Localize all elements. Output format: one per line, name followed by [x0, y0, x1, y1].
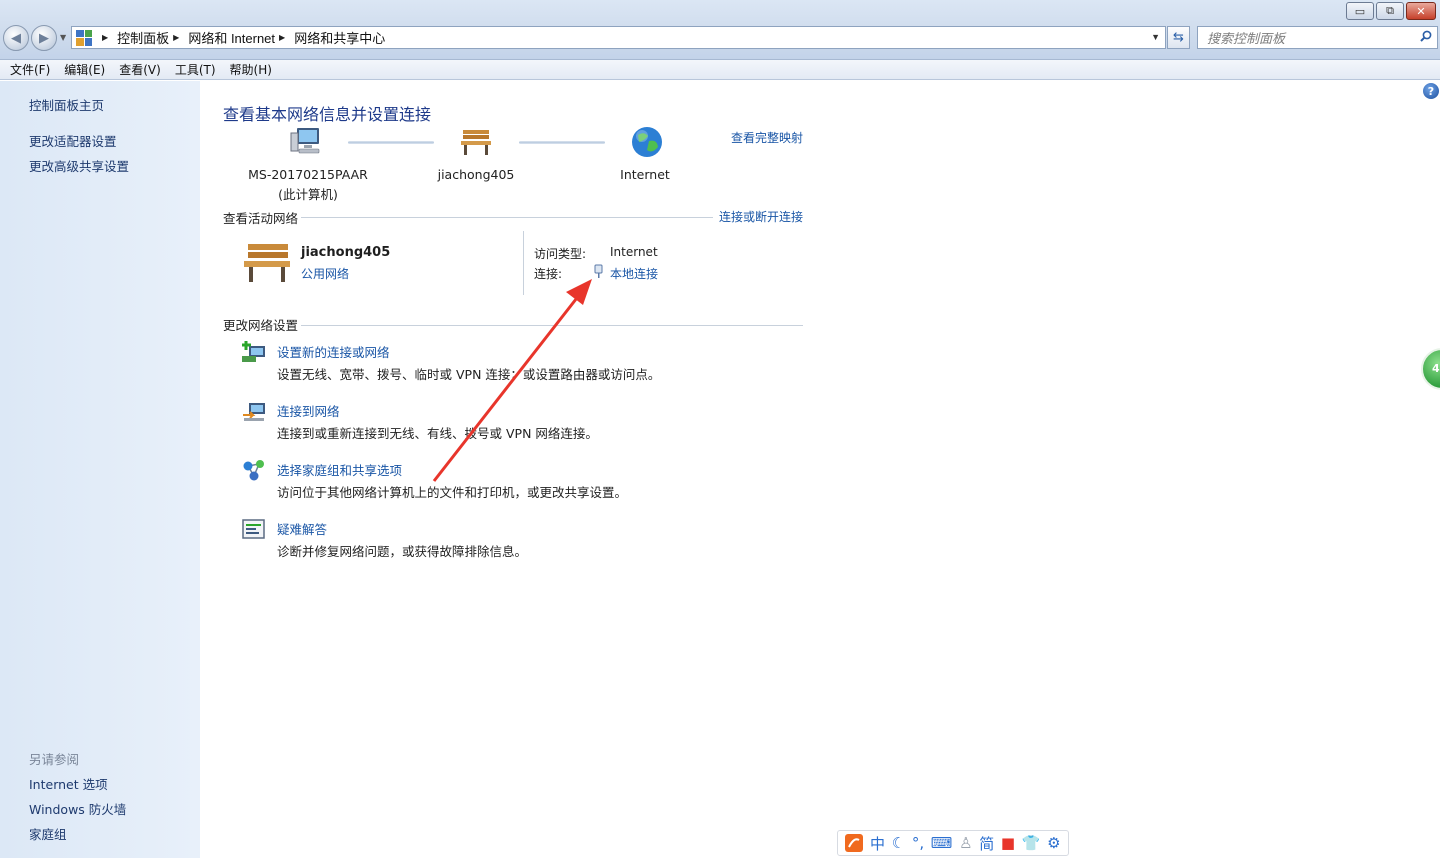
sidebar-advanced-sharing[interactable]: 更改高级共享设置: [29, 156, 129, 175]
sidebar-windows-firewall[interactable]: Windows 防火墙: [29, 799, 126, 818]
address-dropdown-icon[interactable]: ▼: [1151, 32, 1160, 42]
menu-edit[interactable]: 编辑(E): [57, 61, 112, 78]
bench-network-icon: [461, 130, 491, 155]
breadcrumb-network-internet[interactable]: 网络和 Internet: [188, 28, 275, 47]
task-homegroup-link[interactable]: 选择家庭组和共享选项: [277, 460, 402, 479]
forward-arrow-icon: ▶: [39, 30, 49, 46]
search-input[interactable]: 搜索控制面板: [1197, 26, 1438, 49]
back-arrow-icon: ◀: [11, 30, 21, 46]
menu-file[interactable]: 文件(F): [3, 61, 57, 78]
keyboard-icon[interactable]: ⌨: [931, 834, 953, 852]
breadcrumb-chevron-icon[interactable]: ▶: [102, 33, 108, 42]
sidebar-internet-options[interactable]: Internet 选项: [29, 774, 108, 793]
task-new-connection-link[interactable]: 设置新的连接或网络: [277, 342, 390, 361]
task-troubleshoot-link[interactable]: 疑难解答: [277, 519, 327, 538]
sidebar-homegroup[interactable]: 家庭组: [29, 824, 67, 843]
computer-subtitle: (此计算机): [278, 187, 338, 202]
main-content: ? 查看基本网络信息并设置连接 查看完整映射 MS-20170215PAAR (…: [200, 81, 1440, 858]
page-title: 查看基本网络信息并设置连接: [223, 105, 432, 124]
menu-help[interactable]: 帮助(H): [223, 61, 279, 78]
change-settings-heading: 更改网络设置: [223, 318, 299, 333]
title-bar: ▭ ⧉ ✕ ◀ ▶ ▼ ▶ 控制面板 ▶ 网络和 Internet ▶ 网络和共…: [0, 0, 1440, 60]
task-troubleshoot-desc: 诊断并修复网络问题，或获得故障排除信息。: [277, 544, 528, 559]
connection-line: [519, 141, 605, 144]
menu-bar: 文件(F) 编辑(E) 查看(V) 工具(T) 帮助(H): [0, 60, 1440, 80]
ime-toolbar: 中 ☾ °, ⌨ ♙ 简 ■ 👕 ⚙: [837, 830, 1069, 856]
forward-button[interactable]: ▶: [31, 25, 57, 51]
public-network-bench-icon[interactable]: [241, 240, 293, 284]
view-full-map-link[interactable]: 查看完整映射: [731, 129, 803, 146]
computer-icon: [290, 128, 320, 154]
help-icon[interactable]: ?: [1423, 83, 1439, 99]
internet-label[interactable]: Internet: [595, 167, 695, 182]
annotation-arrow-icon: [432, 279, 592, 482]
access-type-label: 访问类型:: [534, 247, 587, 261]
menu-tools[interactable]: 工具(T): [168, 61, 223, 78]
connection-line: [348, 141, 434, 144]
minimize-button[interactable]: ▭: [1346, 2, 1374, 20]
breadcrumb-chevron-icon[interactable]: ▶: [279, 33, 285, 42]
breadcrumb-chevron-icon[interactable]: ▶: [173, 33, 179, 42]
connect-disconnect-link[interactable]: 连接或断开连接: [719, 208, 803, 225]
close-button[interactable]: ✕: [1406, 2, 1436, 20]
sidebar-control-panel-home[interactable]: 控制面板主页: [29, 95, 104, 114]
restore-button[interactable]: ⧉: [1376, 2, 1404, 20]
refresh-icon: ⇆: [1173, 30, 1184, 45]
user-icon[interactable]: ♙: [959, 834, 972, 852]
window-controls: ▭ ⧉ ✕: [1346, 2, 1436, 20]
video-icon[interactable]: ■: [1001, 834, 1015, 852]
moon-icon[interactable]: ☾: [892, 834, 905, 852]
breadcrumb-control-panel[interactable]: 控制面板: [117, 28, 169, 47]
punctuation-icon[interactable]: °,: [912, 834, 924, 852]
task-connect-network-link[interactable]: 连接到网络: [277, 401, 340, 420]
divider: [301, 217, 713, 218]
sidebar: 控制面板主页 更改适配器设置 更改高级共享设置 另请参阅 Internet 选项…: [0, 81, 200, 858]
menu-view[interactable]: 查看(V): [112, 61, 168, 78]
local-connection-link[interactable]: 本地连接: [610, 265, 658, 282]
globe-icon: [632, 127, 662, 157]
history-dropdown-icon[interactable]: ▼: [60, 33, 66, 42]
connect-network-icon: [243, 403, 265, 421]
ime-simplified[interactable]: 简: [979, 833, 994, 854]
settings-gear-icon[interactable]: ⚙: [1047, 834, 1060, 852]
search-icon[interactable]: [1420, 30, 1432, 42]
homegroup-icon: [243, 460, 264, 481]
see-also-label: 另请参阅: [29, 752, 80, 767]
active-network-heading: 查看活动网络: [223, 211, 299, 226]
sidebar-change-adapter[interactable]: 更改适配器设置: [29, 131, 117, 150]
breadcrumb-network-sharing[interactable]: 网络和共享中心: [294, 28, 385, 47]
skin-shirt-icon[interactable]: 👕: [1022, 834, 1041, 852]
network-map-name[interactable]: jiachong405: [416, 167, 536, 182]
network-type-link[interactable]: 公用网络: [301, 265, 349, 282]
refresh-button[interactable]: ⇆: [1167, 26, 1190, 49]
sogou-logo-icon[interactable]: [845, 834, 864, 852]
troubleshoot-icon: [242, 519, 265, 539]
ime-mode-chinese[interactable]: 中: [870, 833, 885, 854]
new-connection-icon: [242, 341, 265, 362]
address-bar[interactable]: ▶ 控制面板 ▶ 网络和 Internet ▶ 网络和共享中心 ▼: [71, 26, 1166, 49]
search-placeholder: 搜索控制面板: [1207, 31, 1286, 46]
access-type-value: Internet: [610, 245, 658, 259]
back-button[interactable]: ◀: [3, 25, 29, 51]
computer-name: MS-20170215PAAR: [248, 167, 368, 182]
control-panel-icon: [76, 29, 92, 46]
active-network-name: jiachong405: [301, 245, 391, 260]
